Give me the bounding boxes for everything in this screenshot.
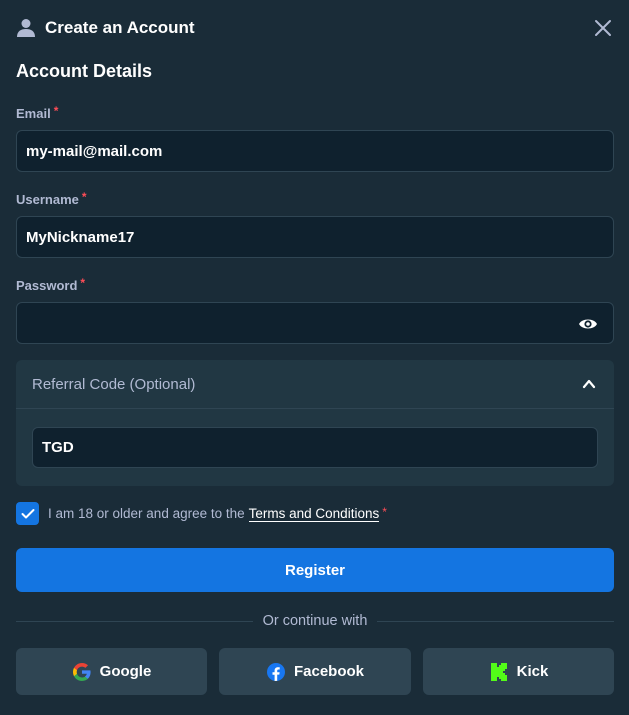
facebook-label: Facebook xyxy=(293,663,365,680)
eye-icon[interactable] xyxy=(578,315,598,333)
create-account-modal: Create an Account Account Details Email *… xyxy=(0,0,629,715)
close-icon[interactable] xyxy=(593,18,613,38)
kick-icon xyxy=(490,662,507,681)
continue-divider: Or continue with xyxy=(16,612,614,630)
password-label: Password * xyxy=(16,276,86,293)
username-field[interactable] xyxy=(26,228,604,246)
password-field-box xyxy=(16,302,614,344)
section-title: Account Details xyxy=(16,61,153,81)
terms-checkbox[interactable] xyxy=(16,502,39,525)
user-icon xyxy=(17,19,35,37)
facebook-icon xyxy=(266,662,285,681)
kick-label: Kick xyxy=(516,663,549,680)
referral-label: Referral Code (Optional) xyxy=(32,375,196,393)
email-label: Email * xyxy=(16,104,59,121)
referral-section: Referral Code (Optional) xyxy=(16,360,614,486)
modal-header: Create an Account xyxy=(16,15,613,41)
required-mark: * xyxy=(53,104,59,118)
divider-text: Or continue with xyxy=(262,613,368,629)
password-field[interactable] xyxy=(26,314,604,332)
email-field[interactable] xyxy=(26,142,604,160)
username-field-box xyxy=(16,216,614,258)
register-button[interactable]: Register xyxy=(16,548,614,592)
divider-line xyxy=(377,620,614,622)
referral-code-field[interactable] xyxy=(42,439,588,456)
username-label: Username * xyxy=(16,190,87,207)
terms-link[interactable]: Terms and Conditions xyxy=(248,506,380,522)
required-mark: * xyxy=(81,190,87,204)
required-mark: * xyxy=(80,276,86,290)
referral-toggle[interactable]: Referral Code (Optional) xyxy=(16,360,614,409)
facebook-button[interactable]: Facebook xyxy=(219,648,411,695)
email-field-box xyxy=(16,130,614,172)
kick-button[interactable]: Kick xyxy=(423,648,614,695)
check-icon xyxy=(21,508,34,518)
required-mark: * xyxy=(382,504,387,519)
divider-line xyxy=(16,620,253,622)
chevron-up-icon xyxy=(582,379,596,389)
referral-field-box xyxy=(32,427,598,468)
google-icon xyxy=(72,662,91,681)
modal-title: Create an Account xyxy=(45,18,195,37)
terms-text: I am 18 or older and agree to the xyxy=(48,506,245,521)
google-label: Google xyxy=(99,663,152,680)
terms-row: I am 18 or older and agree to the Terms … xyxy=(16,502,387,525)
google-button[interactable]: Google xyxy=(16,648,207,695)
